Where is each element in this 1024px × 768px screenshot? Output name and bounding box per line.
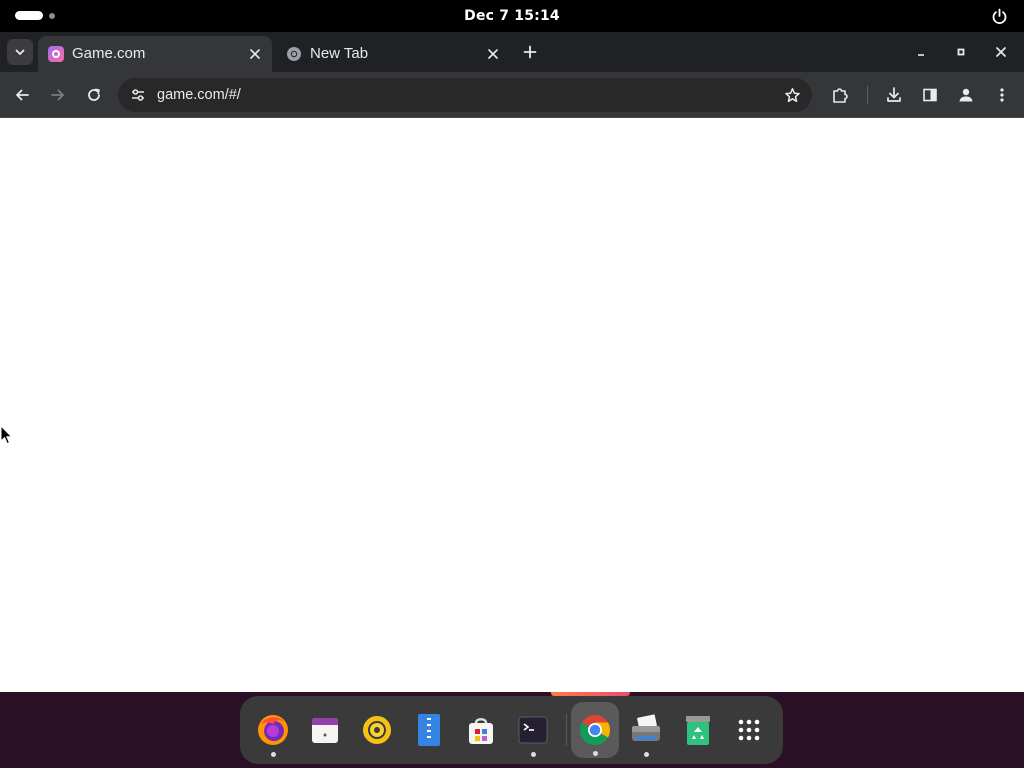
arrow-right-icon bbox=[51, 89, 64, 101]
dock-app-grid[interactable] bbox=[729, 710, 769, 750]
dock-software[interactable] bbox=[461, 710, 501, 750]
dock-firefox[interactable] bbox=[253, 710, 293, 757]
dock-separator bbox=[566, 714, 567, 746]
printer-scanner-icon bbox=[632, 714, 660, 741]
dock-printer[interactable] bbox=[626, 710, 666, 757]
chevron-down-icon bbox=[15, 49, 25, 55]
maximize-icon bbox=[957, 48, 965, 56]
forward-button[interactable] bbox=[45, 82, 71, 108]
dock-rhythmbox[interactable] bbox=[357, 710, 397, 750]
gnome-top-bar: Dec 7 15:14 bbox=[0, 0, 1024, 32]
dock-chrome[interactable] bbox=[571, 702, 619, 758]
toolbar-divider bbox=[867, 86, 868, 104]
side-panel-button[interactable] bbox=[917, 82, 943, 108]
tab-title: New Tab bbox=[310, 45, 369, 62]
dock-trash[interactable] bbox=[678, 710, 718, 750]
address-bar[interactable]: game.com/#/ bbox=[118, 78, 812, 112]
arrow-left-icon bbox=[16, 89, 29, 101]
tab-title: Game.com bbox=[72, 45, 146, 62]
browser-window: Game.com New Tab game.com/#/ bbox=[0, 32, 1024, 692]
tab-game[interactable]: Game.com bbox=[38, 36, 272, 72]
chrome-icon bbox=[579, 715, 611, 746]
clock[interactable]: Dec 7 15:14 bbox=[0, 0, 1024, 32]
mouse-cursor-icon bbox=[0, 425, 13, 445]
firefox-icon bbox=[258, 715, 288, 745]
download-icon bbox=[887, 87, 901, 102]
new-tab-button[interactable] bbox=[517, 39, 543, 65]
menu-button[interactable] bbox=[989, 82, 1015, 108]
account-icon bbox=[959, 88, 973, 102]
dock-terminal[interactable] bbox=[513, 710, 553, 757]
tab-search-button[interactable] bbox=[7, 39, 33, 65]
dock-calendar[interactable] bbox=[305, 710, 345, 750]
tab-strip: Game.com New Tab bbox=[0, 32, 1024, 72]
profile-button[interactable] bbox=[953, 82, 979, 108]
desktop-background bbox=[0, 692, 1024, 768]
software-store-icon bbox=[469, 718, 493, 744]
more-vert-icon bbox=[1000, 88, 1004, 102]
calendar-icon bbox=[312, 718, 338, 743]
dock bbox=[240, 696, 783, 764]
maximize-button[interactable] bbox=[948, 39, 974, 65]
browser-toolbar: game.com/#/ bbox=[0, 72, 1024, 118]
close-window-button[interactable] bbox=[988, 39, 1014, 65]
game-favicon-icon bbox=[48, 46, 64, 62]
reload-button[interactable] bbox=[81, 82, 107, 108]
side-panel-icon bbox=[923, 88, 937, 102]
plus-icon bbox=[523, 45, 537, 59]
page-content bbox=[0, 119, 1024, 692]
downloads-button[interactable] bbox=[881, 82, 907, 108]
reload-icon bbox=[88, 88, 100, 101]
music-player-icon bbox=[361, 714, 393, 746]
dock-text-editor[interactable] bbox=[409, 710, 449, 750]
minimize-button[interactable] bbox=[908, 39, 934, 65]
url-text[interactable]: game.com/#/ bbox=[157, 78, 241, 112]
puzzle-icon bbox=[833, 88, 848, 103]
app-grid-icon bbox=[738, 719, 760, 741]
tab-new-tab[interactable]: New Tab bbox=[276, 36, 510, 72]
close-tab-icon[interactable] bbox=[247, 46, 263, 62]
close-tab-icon[interactable] bbox=[485, 46, 501, 62]
bookmark-star-icon[interactable] bbox=[780, 83, 804, 107]
close-icon bbox=[996, 47, 1006, 57]
text-editor-icon bbox=[418, 714, 440, 746]
site-info-icon[interactable] bbox=[126, 83, 150, 107]
back-button[interactable] bbox=[9, 82, 35, 108]
power-icon[interactable] bbox=[991, 8, 1008, 25]
minimize-icon bbox=[918, 54, 924, 56]
extensions-button[interactable] bbox=[827, 82, 853, 108]
chrome-favicon-icon bbox=[286, 46, 302, 62]
trash-icon bbox=[686, 716, 710, 745]
terminal-icon bbox=[518, 716, 548, 744]
